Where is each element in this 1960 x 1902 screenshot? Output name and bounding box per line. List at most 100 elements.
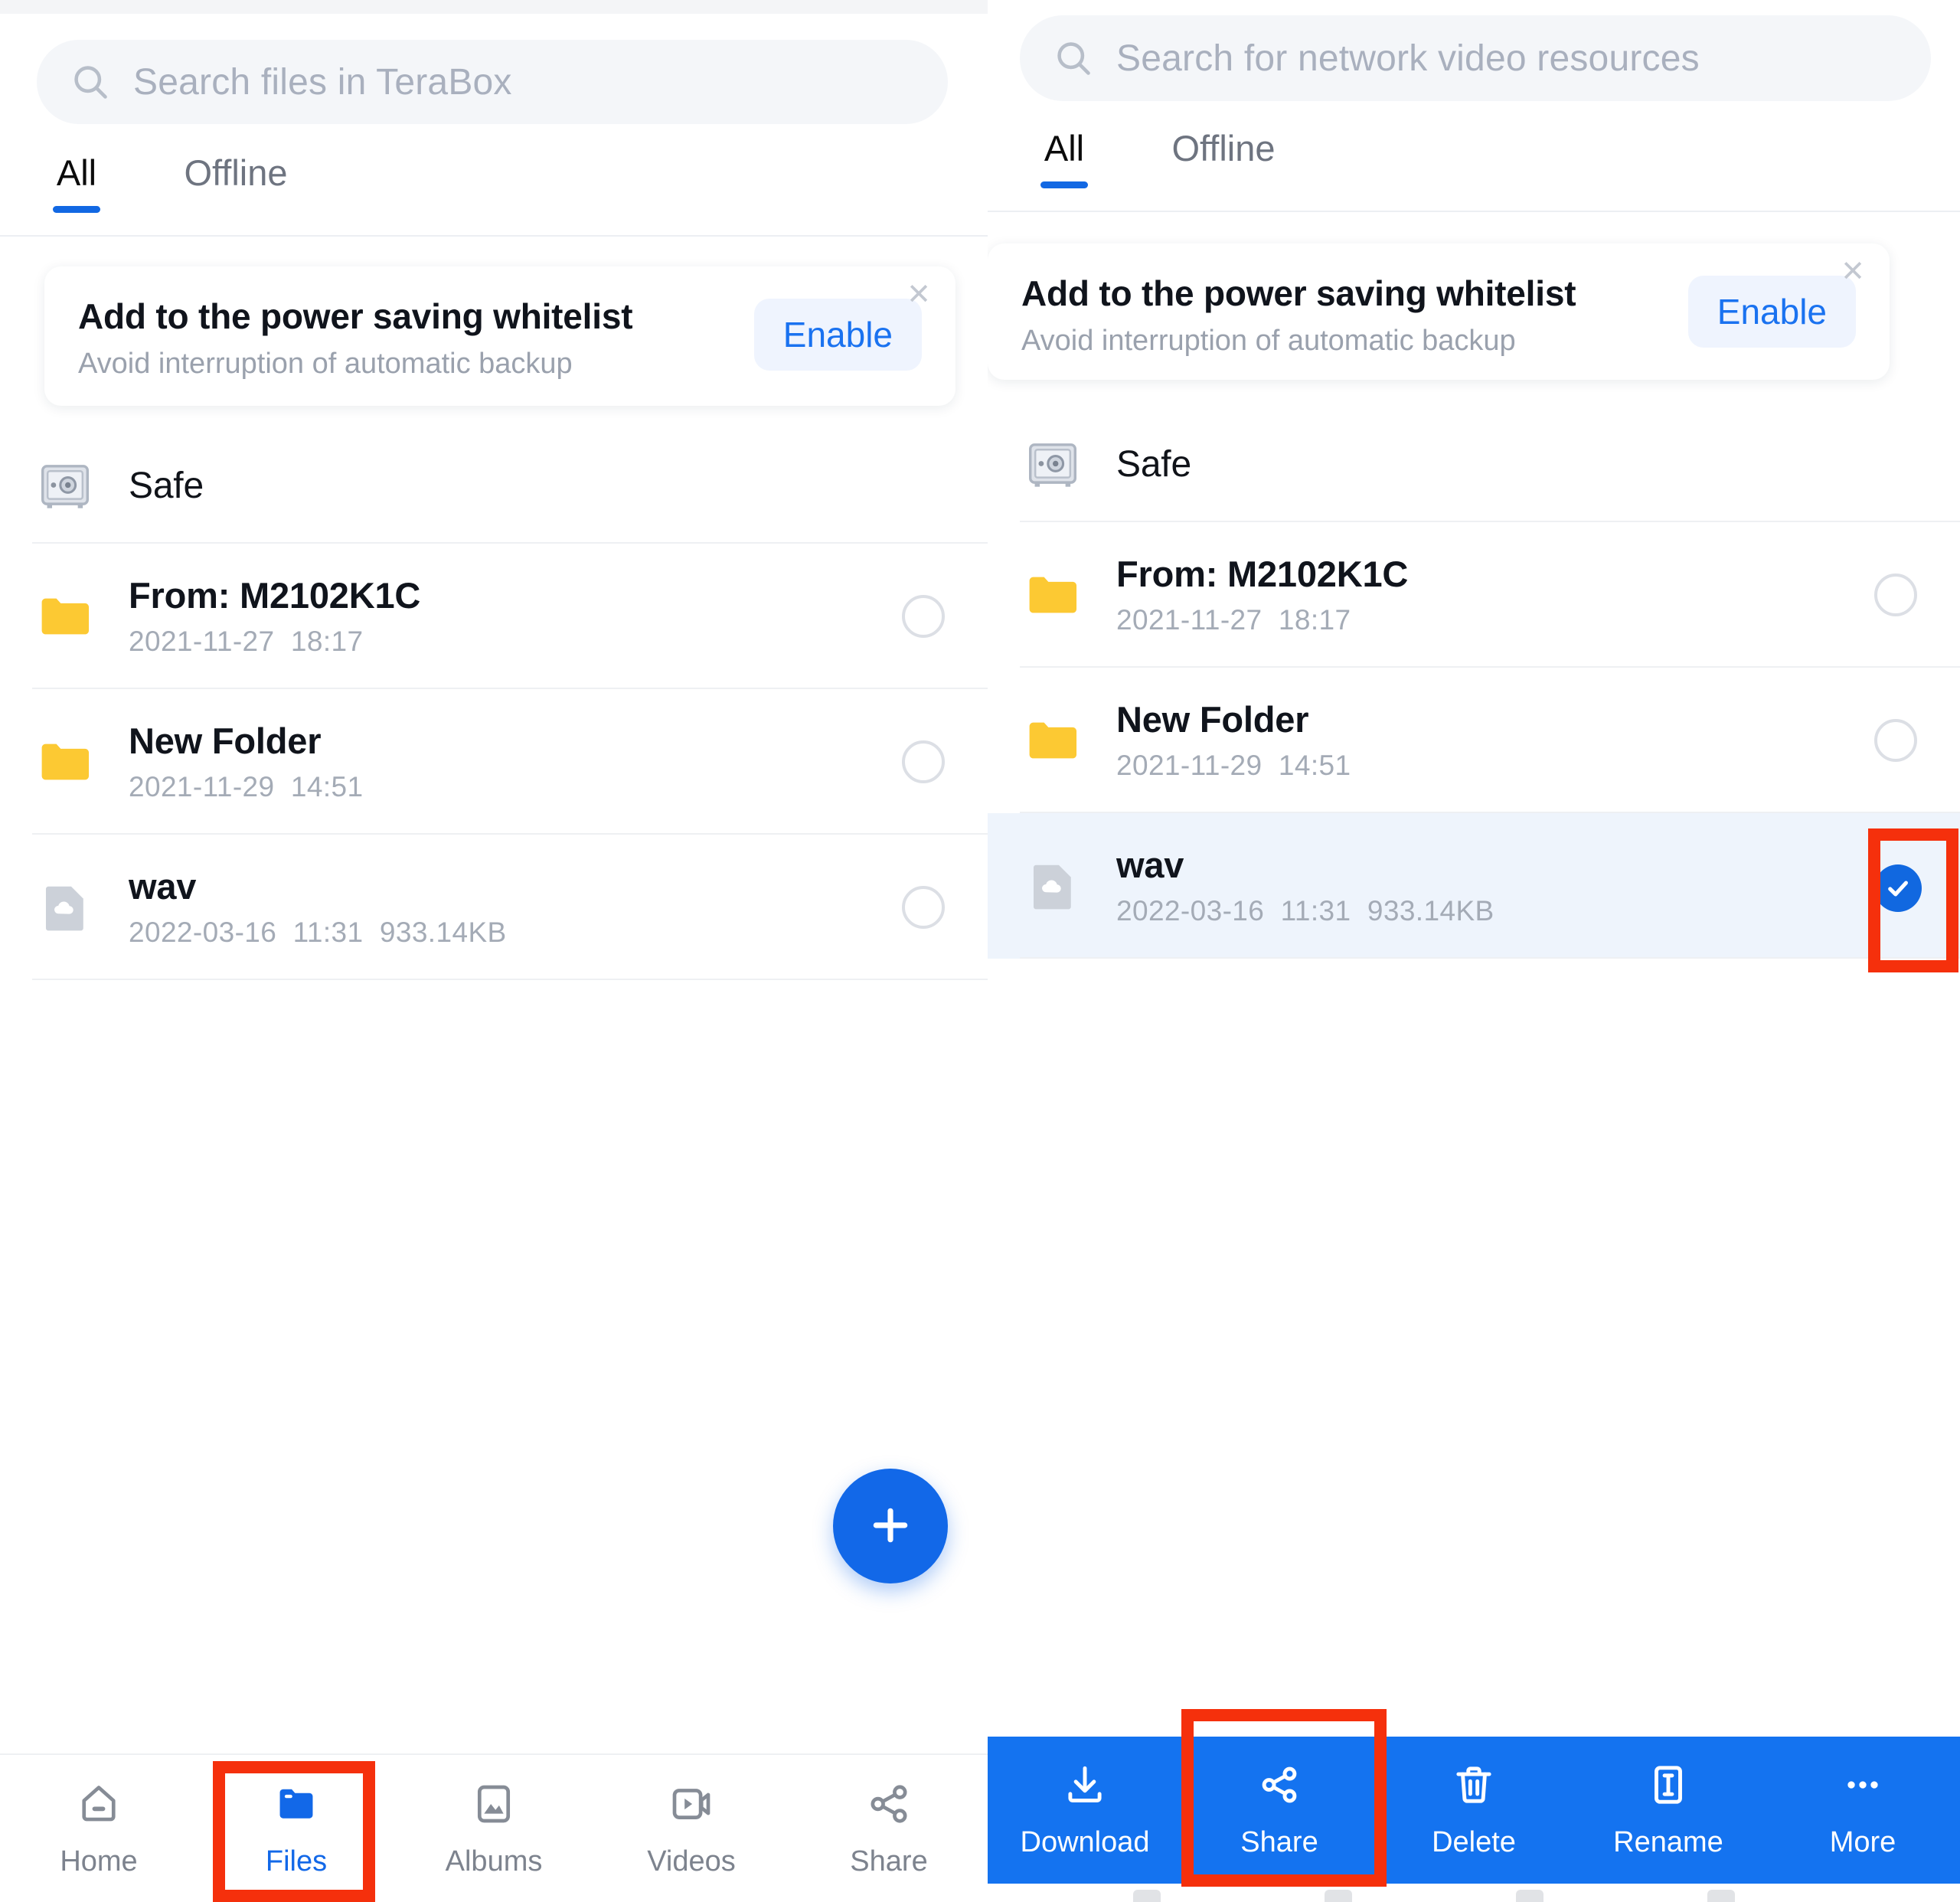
left-phone-screen: Search files in TeraBox All Offline Add … bbox=[0, 0, 988, 1902]
action-label: More bbox=[1829, 1826, 1896, 1858]
folder-icon bbox=[1023, 711, 1083, 770]
right-tab-bar: All Offline bbox=[988, 129, 1960, 188]
sidebar-item-albums[interactable]: Albums bbox=[395, 1779, 593, 1878]
row-checkbox[interactable] bbox=[1874, 574, 1917, 616]
left-status-band bbox=[0, 0, 988, 14]
checkbox-unchecked-icon bbox=[1874, 574, 1917, 616]
sidebar-item-videos[interactable]: Videos bbox=[593, 1779, 790, 1878]
file-name: New Folder bbox=[1116, 698, 1309, 740]
file-time: 14:51 bbox=[1278, 750, 1351, 782]
enable-button[interactable]: Enable bbox=[1687, 276, 1856, 348]
tab-active-underline bbox=[53, 205, 100, 213]
tab-inactive-underline bbox=[212, 206, 260, 213]
sidebar-item-files[interactable]: Files bbox=[198, 1779, 395, 1878]
wav-row-checkbox[interactable] bbox=[1874, 864, 1922, 912]
row-checkbox[interactable] bbox=[902, 740, 945, 783]
sidebar-item-label: Home bbox=[60, 1845, 138, 1877]
file-size: 933.14KB bbox=[379, 917, 507, 949]
search-input[interactable]: Search files in TeraBox bbox=[37, 40, 948, 124]
bottom-navigation-bar: Home Files Albums Videos Share bbox=[0, 1753, 988, 1902]
checkbox-unchecked-icon bbox=[902, 740, 945, 783]
safe-row-body: Safe bbox=[129, 465, 988, 507]
checkbox-unchecked-icon bbox=[902, 595, 945, 638]
file-time: 11:31 bbox=[1280, 895, 1351, 927]
sidebar-item-label: Albums bbox=[445, 1845, 543, 1877]
search-icon bbox=[1054, 38, 1093, 78]
sidebar-item-home[interactable]: Home bbox=[0, 1779, 198, 1878]
safe-icon bbox=[35, 456, 95, 516]
sidebar-item-label: Share bbox=[850, 1845, 928, 1877]
search-input[interactable]: Search for network video resources bbox=[1020, 15, 1931, 101]
safe-row[interactable]: Safe bbox=[988, 407, 1960, 522]
right-phone-screen: Search for network video resources All O… bbox=[988, 0, 1960, 1902]
sidebar-item-label: Files bbox=[265, 1845, 328, 1877]
power-saving-banner: Add to the power saving whitelist Avoid … bbox=[988, 243, 1890, 380]
tab-inactive-underline bbox=[1200, 181, 1247, 188]
table-row[interactable]: New Folder 2021-11-29 14:51 bbox=[988, 668, 1960, 813]
file-meta: 2022-03-16 11:31 933.14KB bbox=[1116, 895, 1874, 927]
banner-subtitle: Avoid interruption of automatic backup bbox=[78, 348, 573, 380]
tab-offline[interactable]: Offline bbox=[152, 153, 320, 213]
right-file-list: Safe From: M2102K1C 2021-11-27 18:17 New… bbox=[988, 407, 1960, 959]
banner-text-block: Add to the power saving whitelist Avoid … bbox=[1021, 273, 1576, 358]
row-body: From: M2102K1C 2021-11-27 18:17 bbox=[129, 575, 902, 658]
table-row[interactable]: From: M2102K1C 2021-11-27 18:17 bbox=[0, 544, 988, 689]
enable-button[interactable]: Enable bbox=[753, 299, 922, 371]
file-meta: 2021-11-27 18:17 bbox=[129, 626, 902, 658]
safe-row[interactable]: Safe bbox=[0, 429, 988, 544]
table-row[interactable]: wav 2022-03-16 11:31 933.14KB bbox=[0, 835, 988, 980]
albums-image-icon bbox=[469, 1779, 519, 1833]
folder-icon bbox=[35, 732, 95, 792]
file-time: 11:31 bbox=[292, 917, 364, 949]
file-name: From: M2102K1C bbox=[1116, 553, 1409, 594]
sidebar-item-share[interactable]: Share bbox=[790, 1779, 988, 1878]
search-placeholder: Search for network video resources bbox=[1116, 38, 1700, 79]
download-icon bbox=[1061, 1761, 1109, 1812]
row-checkbox[interactable] bbox=[902, 595, 945, 638]
row-divider bbox=[1020, 957, 1960, 959]
file-meta: 2021-11-29 14:51 bbox=[1116, 750, 1874, 782]
file-date: 2021-11-29 bbox=[129, 771, 275, 803]
delete-action-button[interactable]: Delete bbox=[1377, 1761, 1571, 1859]
row-body: New Folder 2021-11-29 14:51 bbox=[1116, 699, 1874, 782]
banner-title: Add to the power saving whitelist bbox=[1021, 273, 1576, 313]
file-date: 2021-11-27 bbox=[1116, 604, 1263, 636]
close-icon[interactable]: ✕ bbox=[1836, 253, 1870, 291]
row-checkbox[interactable] bbox=[1874, 719, 1917, 762]
table-row-selected[interactable]: wav 2022-03-16 11:31 933.14KB bbox=[988, 813, 1960, 959]
selection-action-bar: Download Share Delete Rename More bbox=[988, 1737, 1960, 1884]
share-nodes-icon bbox=[864, 1779, 914, 1833]
rename-action-button[interactable]: Rename bbox=[1571, 1761, 1766, 1859]
tab-offline[interactable]: Offline bbox=[1139, 129, 1308, 188]
safe-row-body: Safe bbox=[1116, 443, 1960, 485]
close-icon[interactable]: ✕ bbox=[902, 276, 936, 314]
safe-row-label: Safe bbox=[129, 466, 204, 507]
download-action-button[interactable]: Download bbox=[988, 1761, 1182, 1859]
file-time: 18:17 bbox=[290, 626, 364, 658]
file-name: New Folder bbox=[129, 720, 322, 761]
tab-all[interactable]: All bbox=[34, 153, 119, 213]
row-divider bbox=[32, 979, 988, 980]
file-time: 14:51 bbox=[290, 771, 364, 803]
file-meta: 2022-03-16 11:31 933.14KB bbox=[129, 917, 902, 949]
file-date: 2022-03-16 bbox=[129, 917, 277, 949]
share-action-button[interactable]: Share bbox=[1182, 1761, 1377, 1859]
rename-textbox-icon bbox=[1645, 1761, 1692, 1812]
tab-all-label: All bbox=[56, 152, 97, 193]
tab-all[interactable]: All bbox=[1021, 129, 1107, 188]
more-dots-icon bbox=[1839, 1761, 1886, 1812]
obscured-bottom-nav bbox=[988, 1884, 1960, 1902]
left-tab-bar: All Offline bbox=[0, 153, 988, 213]
checkbox-unchecked-icon bbox=[902, 886, 945, 929]
more-action-button[interactable]: More bbox=[1766, 1761, 1960, 1859]
folder-icon bbox=[1023, 565, 1083, 625]
table-row[interactable]: New Folder 2021-11-29 14:51 bbox=[0, 689, 988, 835]
left-tab-divider bbox=[0, 235, 988, 237]
action-label: Download bbox=[1020, 1826, 1150, 1858]
row-checkbox[interactable] bbox=[902, 886, 945, 929]
banner-subtitle: Avoid interruption of automatic backup bbox=[1021, 325, 1516, 357]
action-label: Delete bbox=[1432, 1826, 1516, 1858]
row-body: From: M2102K1C 2021-11-27 18:17 bbox=[1116, 554, 1874, 636]
table-row[interactable]: From: M2102K1C 2021-11-27 18:17 bbox=[988, 522, 1960, 668]
add-button[interactable] bbox=[833, 1469, 948, 1583]
